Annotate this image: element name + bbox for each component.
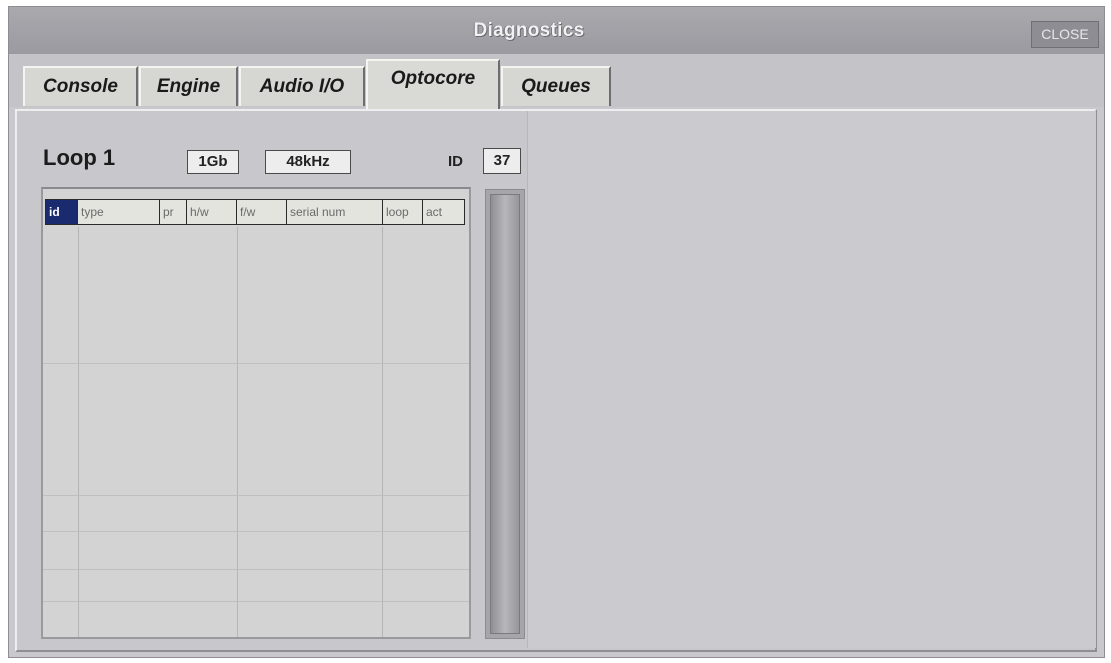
window-title: Diagnostics xyxy=(473,20,585,41)
column-divider xyxy=(382,227,383,637)
tab-queues[interactable]: Queues xyxy=(501,66,611,106)
column-header-hw[interactable]: h/w xyxy=(187,199,237,225)
loop-label: Loop 1 xyxy=(43,145,116,170)
id-value-display: 37 xyxy=(483,148,521,174)
tab-console[interactable]: Console xyxy=(23,66,138,106)
table-scrollbar[interactable] xyxy=(485,189,525,639)
device-table[interactable]: id type pr h/w f/w serial num loop act xyxy=(41,187,471,639)
id-label: ID xyxy=(448,153,463,170)
sample-rate-display: 48kHz xyxy=(265,150,351,174)
diagnostics-window: Diagnostics CLOSE Console Engine Audio I… xyxy=(8,6,1105,658)
column-header-id[interactable]: id xyxy=(45,199,78,225)
column-header-pr[interactable]: pr xyxy=(160,199,187,225)
tab-optocore[interactable]: Optocore xyxy=(366,59,500,109)
scrollbar-thumb[interactable] xyxy=(490,194,520,634)
details-panel xyxy=(527,111,1096,648)
row-divider xyxy=(43,495,469,496)
row-divider xyxy=(43,601,469,602)
speed-display: 1Gb xyxy=(187,150,239,174)
optocore-panel: Loop 1 1Gb 48kHz ID 37 id type pr h/w f/… xyxy=(15,109,1097,652)
close-button[interactable]: CLOSE xyxy=(1031,21,1099,48)
column-divider xyxy=(237,227,238,637)
table-header: id type pr h/w f/w serial num loop act xyxy=(45,199,465,225)
row-divider xyxy=(43,531,469,532)
column-header-act[interactable]: act xyxy=(423,199,465,225)
column-header-fw[interactable]: f/w xyxy=(237,199,287,225)
row-divider xyxy=(43,363,469,364)
column-divider xyxy=(78,227,79,637)
row-divider xyxy=(43,569,469,570)
tab-audio-io[interactable]: Audio I/O xyxy=(239,66,365,106)
column-header-serial-num[interactable]: serial num xyxy=(287,199,383,225)
tab-engine[interactable]: Engine xyxy=(139,66,238,106)
tab-strip: Console Engine Audio I/O Optocore Queues xyxy=(9,54,1104,109)
column-header-type[interactable]: type xyxy=(78,199,160,225)
title-bar[interactable]: Diagnostics CLOSE xyxy=(9,7,1104,55)
column-header-loop[interactable]: loop xyxy=(383,199,423,225)
